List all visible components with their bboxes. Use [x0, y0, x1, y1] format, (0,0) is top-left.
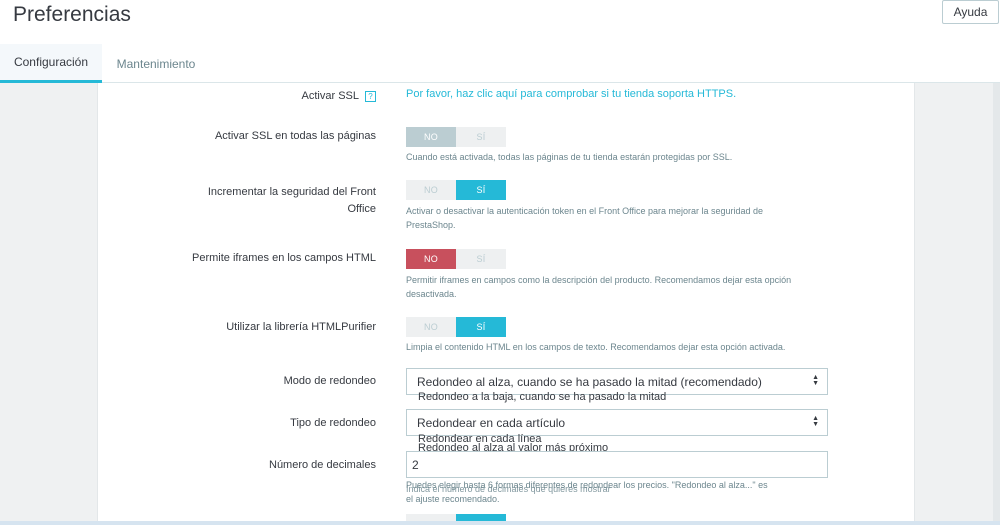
front-security-label-line2: Office [347, 203, 376, 215]
round-mode-overflow-option: Redondeo a la baja, cuando se ha pasado … [418, 391, 667, 403]
purifier-help: Limpia el contenido HTML en los campos d… [406, 342, 786, 352]
front-security-help-line2: PrestaShop. [406, 220, 456, 230]
front-security-yes-option[interactable]: SÍ [456, 180, 506, 200]
tab-configuration[interactable]: Configuración [0, 44, 102, 83]
select-arrows-icon: ▲ ▼ [812, 374, 819, 387]
purifier-switch[interactable]: NO SÍ [406, 317, 506, 337]
front-security-label: Incrementar la seguridad del Front Offic… [176, 184, 376, 218]
front-security-help-line1: Activar o desactivar la autenticación to… [406, 206, 764, 216]
decimals-input[interactable]: 2 [406, 451, 828, 478]
ssl-all-switch[interactable]: NO SÍ [406, 127, 506, 147]
ssl-label-text: Activar SSL [301, 90, 359, 102]
round-type-label: Tipo de redondeo [290, 417, 376, 429]
round-mode-label: Modo de redondeo [283, 375, 376, 387]
help-button[interactable]: Ayuda [942, 0, 999, 24]
iframes-label: Permite iframes en los campos HTML [192, 252, 376, 264]
select-arrows-icon: ▲ ▼ [812, 415, 819, 428]
help-question-icon[interactable]: ? [365, 90, 376, 102]
front-security-switch[interactable]: NO SÍ [406, 180, 506, 200]
purifier-label: Utilizar la librería HTMLPurifier [226, 321, 376, 333]
decimals-help-overlap: Indica el número de decimales que quiere… [406, 484, 611, 494]
front-security-label-line1: Incrementar la seguridad del Front [207, 186, 376, 198]
round-mode-selected: Redondeo al alza, cuando se ha pasado la… [417, 374, 762, 389]
iframes-help-line2: desactivada. [406, 289, 457, 299]
iframes-no-option[interactable]: NO [406, 249, 456, 269]
iframes-yes-option[interactable]: SÍ [456, 249, 506, 269]
bottom-scrollbar[interactable] [0, 521, 1000, 525]
iframes-help-line1: Permitir iframes en campos como la descr… [406, 275, 792, 285]
iframes-switch[interactable]: NO SÍ [406, 249, 506, 269]
round-type-selected: Redondear en cada artículo [417, 415, 566, 430]
settings-panel: Activar SSL? Por favor, haz clic aquí pa… [97, 83, 915, 525]
check-https-link[interactable]: Por favor, haz clic aquí para comprobar … [406, 88, 736, 100]
page-header: Preferencias Ayuda Configuración Manteni… [0, 0, 1000, 83]
ssl-all-help: Cuando está activada, todas las páginas … [406, 152, 733, 162]
page-title: Preferencias [13, 3, 131, 26]
purifier-no-option[interactable]: NO [406, 317, 456, 337]
round-type-select[interactable]: Redondear en cada artículo ▲ ▼ [406, 409, 828, 436]
ssl-all-label: Activar SSL en todas las páginas [214, 130, 376, 142]
ssl-all-no-option[interactable]: NO [406, 127, 456, 147]
ssl-all-yes-option[interactable]: SÍ [456, 127, 506, 147]
scroll-gutter [993, 83, 1000, 525]
tab-maintenance[interactable]: Mantenimiento [102, 44, 210, 83]
ssl-label: Activar SSL? [176, 88, 376, 105]
front-security-no-option[interactable]: NO [406, 180, 456, 200]
front-security-help: Activar o desactivar la autenticación to… [406, 204, 836, 232]
decimals-label: Número de decimales [269, 459, 376, 471]
iframes-help: Permitir iframes en campos como la descr… [406, 273, 836, 301]
purifier-yes-option[interactable]: SÍ [456, 317, 506, 337]
